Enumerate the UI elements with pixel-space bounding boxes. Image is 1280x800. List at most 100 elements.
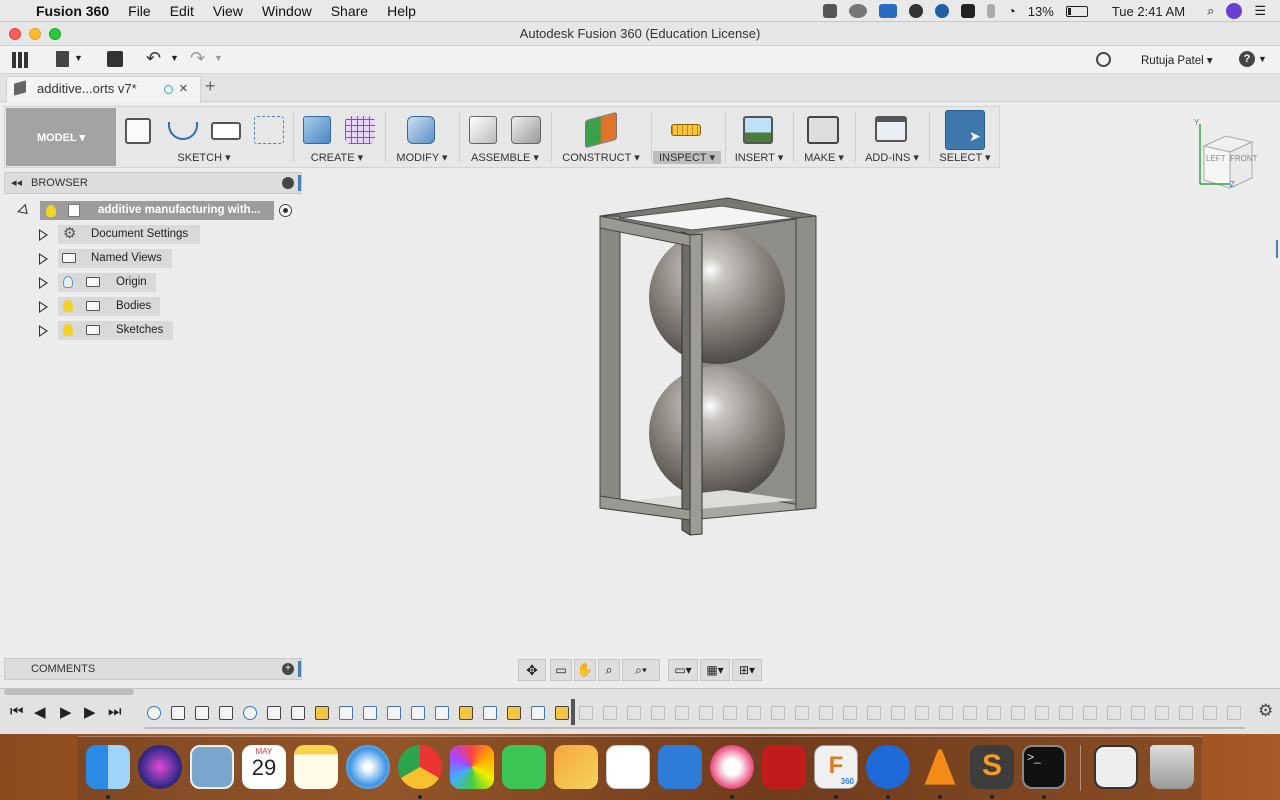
inspect-menu[interactable]: INSPECT ▾ bbox=[653, 151, 721, 164]
browser-panel-header[interactable]: ◂◂ BROWSER bbox=[4, 172, 302, 194]
timeline-suppressed-feature[interactable] bbox=[1059, 706, 1073, 720]
timeline-suppressed-feature[interactable] bbox=[1083, 706, 1097, 720]
timeline-suppressed-feature[interactable] bbox=[795, 706, 809, 720]
3d-print-icon[interactable] bbox=[807, 116, 839, 144]
timeline-suppressed-feature[interactable] bbox=[891, 706, 905, 720]
browser-item-document-settings[interactable]: ⚙ Document Settings bbox=[58, 225, 200, 244]
menu-share[interactable]: Share bbox=[331, 3, 368, 19]
notification-center-icon[interactable]: ☰ bbox=[1254, 3, 1266, 19]
finder-icon[interactable] bbox=[86, 745, 130, 789]
sublime-text-icon[interactable]: S bbox=[970, 745, 1014, 789]
workspace-switcher[interactable]: MODEL ▾ bbox=[6, 108, 116, 166]
pages-icon[interactable] bbox=[554, 745, 598, 789]
expand-triangle[interactable] bbox=[39, 325, 48, 337]
measure-icon[interactable] bbox=[671, 124, 701, 136]
close-window-button[interactable] bbox=[9, 28, 21, 40]
visibility-bulb-icon[interactable] bbox=[63, 276, 73, 288]
timeline-suppressed-feature[interactable] bbox=[675, 706, 689, 720]
spotlight-icon[interactable]: ⌕ bbox=[1207, 3, 1214, 19]
timeline-suppressed-feature[interactable] bbox=[867, 706, 881, 720]
go-to-end-icon[interactable]: ⏭ bbox=[108, 703, 122, 720]
browser-options-icon[interactable] bbox=[282, 177, 294, 189]
display-settings-icon[interactable]: ▭▾ bbox=[668, 659, 698, 681]
timeline-marker[interactable] bbox=[571, 699, 575, 725]
timeline-feature[interactable] bbox=[507, 706, 521, 720]
file-menu-icon[interactable] bbox=[56, 51, 69, 67]
browser-item-named-views[interactable]: Named Views bbox=[58, 249, 172, 268]
timeline-settings-gear-icon[interactable]: ⚙ bbox=[1258, 701, 1273, 721]
help-chevron-down-icon[interactable]: ▼ bbox=[1258, 54, 1267, 64]
siri-icon[interactable] bbox=[138, 745, 182, 789]
documents-stack-icon[interactable] bbox=[1094, 745, 1138, 789]
sketch-menu[interactable]: SKETCH ▾ bbox=[120, 151, 288, 164]
timeline-feature[interactable] bbox=[483, 706, 497, 720]
keynote-icon[interactable] bbox=[658, 745, 702, 789]
timeline-suppressed-feature[interactable] bbox=[1131, 706, 1145, 720]
visibility-bulb-icon[interactable] bbox=[46, 205, 56, 217]
expand-triangle[interactable] bbox=[39, 301, 48, 313]
go-to-start-icon[interactable]: ⏮ bbox=[10, 703, 24, 720]
activate-radio-icon[interactable] bbox=[279, 204, 292, 217]
fit-zoom-icon[interactable]: ⌕▾ bbox=[622, 659, 660, 681]
timeline-suppressed-feature[interactable] bbox=[699, 706, 713, 720]
timeline-suppressed-feature[interactable] bbox=[939, 706, 953, 720]
autocad-icon[interactable] bbox=[762, 745, 806, 789]
browser-item-origin[interactable]: Origin bbox=[58, 273, 156, 292]
undo-chevron-down-icon[interactable]: ▼ bbox=[170, 53, 179, 63]
timeline-feature[interactable] bbox=[411, 706, 425, 720]
data-panel-grid-icon[interactable] bbox=[12, 52, 28, 68]
timeline-suppressed-feature[interactable] bbox=[987, 706, 1001, 720]
timeline-suppressed-feature[interactable] bbox=[915, 706, 929, 720]
battery-icon[interactable] bbox=[1065, 5, 1088, 17]
step-forward-icon[interactable]: ▶ bbox=[84, 703, 96, 721]
help-icon[interactable]: ? bbox=[1239, 51, 1255, 67]
scripts-icon[interactable] bbox=[875, 116, 907, 142]
save-icon[interactable] bbox=[107, 51, 123, 67]
timeline-feature[interactable] bbox=[195, 706, 209, 720]
viewports-icon[interactable]: ⊞▾ bbox=[732, 659, 762, 681]
zoom-window-button[interactable] bbox=[49, 28, 61, 40]
timeline-feature[interactable] bbox=[243, 706, 257, 720]
timeline-suppressed-feature[interactable] bbox=[651, 706, 665, 720]
press-pull-icon[interactable] bbox=[407, 116, 435, 144]
viewport-model[interactable] bbox=[590, 190, 830, 540]
create-menu[interactable]: CREATE ▾ bbox=[297, 151, 377, 164]
teamviewer-icon[interactable] bbox=[866, 745, 910, 789]
new-component-icon[interactable] bbox=[469, 116, 497, 144]
viewcube[interactable]: LEFT FRONT Y Z bbox=[1194, 118, 1258, 189]
undo-icon[interactable]: ↶ bbox=[146, 48, 161, 69]
timeline-feature[interactable] bbox=[267, 706, 281, 720]
collapse-browser-icon[interactable]: ◂◂ bbox=[11, 173, 22, 193]
make-menu[interactable]: MAKE ▾ bbox=[797, 151, 851, 164]
redo-icon[interactable]: ↷ bbox=[190, 48, 205, 69]
notes-icon[interactable] bbox=[294, 745, 338, 789]
trash-icon[interactable] bbox=[1150, 745, 1194, 789]
calendar-icon[interactable]: MAY 29 bbox=[242, 745, 286, 789]
timeline-feature[interactable] bbox=[339, 706, 353, 720]
visibility-bulb-icon[interactable] bbox=[63, 300, 73, 312]
offset-plane-icon[interactable] bbox=[585, 111, 617, 149]
browser-item-bodies[interactable]: Bodies bbox=[58, 297, 160, 316]
siri-icon[interactable] bbox=[1226, 3, 1243, 19]
m-status-icon[interactable] bbox=[961, 4, 976, 18]
terminal-icon[interactable]: >_ bbox=[1022, 745, 1066, 789]
timeline-suppressed-feature[interactable] bbox=[1011, 706, 1025, 720]
arc-icon[interactable] bbox=[168, 122, 198, 140]
look-at-icon[interactable]: ▭ bbox=[550, 659, 572, 681]
timeline-feature[interactable] bbox=[291, 706, 305, 720]
form-icon[interactable] bbox=[345, 116, 375, 144]
timeline-suppressed-feature[interactable] bbox=[819, 706, 833, 720]
bluetooth-icon[interactable] bbox=[987, 4, 996, 18]
grid-settings-icon[interactable]: ▦▾ bbox=[700, 659, 730, 681]
extrude-icon[interactable] bbox=[303, 116, 331, 144]
timeline-suppressed-feature[interactable] bbox=[579, 706, 593, 720]
zoom-icon[interactable]: ⌕ bbox=[598, 659, 620, 681]
modify-menu[interactable]: MODIFY ▾ bbox=[389, 151, 455, 164]
timeline-suppressed-feature[interactable] bbox=[747, 706, 761, 720]
expand-triangle[interactable] bbox=[39, 253, 48, 265]
cloud-status-icon[interactable] bbox=[849, 4, 868, 18]
timeline-suppressed-feature[interactable] bbox=[723, 706, 737, 720]
close-tab-icon[interactable]: × bbox=[179, 77, 188, 101]
timeline-suppressed-feature[interactable] bbox=[1155, 706, 1169, 720]
browser-root-node[interactable]: additive manufacturing with... bbox=[40, 201, 274, 220]
